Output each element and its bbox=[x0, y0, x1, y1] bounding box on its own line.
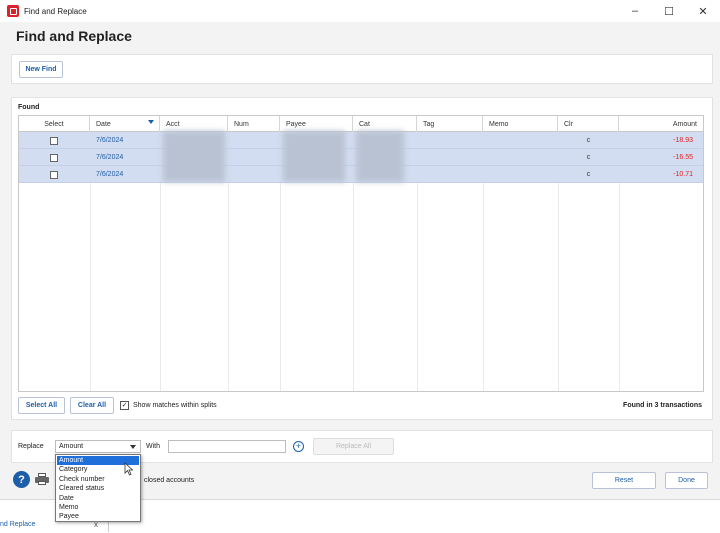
clear-all-button[interactable]: Clear All bbox=[70, 397, 114, 414]
new-find-panel: New Find bbox=[11, 54, 713, 84]
show-splits-label: Show matches within splits bbox=[133, 402, 217, 409]
redacted-cat-block bbox=[356, 131, 404, 182]
window-title: Find and Replace bbox=[24, 6, 87, 16]
row-clr: c bbox=[586, 154, 591, 161]
replace-all-button[interactable]: Replace All bbox=[313, 438, 394, 455]
select-all-button[interactable]: Select All bbox=[18, 397, 65, 414]
find-replace-window: Find and Replace – ☐ ✕ Find and Replace … bbox=[0, 0, 720, 500]
row-clr: c bbox=[586, 137, 591, 144]
replace-field-select[interactable]: Amount bbox=[55, 440, 141, 453]
replace-field-value: Amount bbox=[59, 443, 84, 450]
help-icon[interactable]: ? bbox=[13, 471, 30, 488]
done-button[interactable]: Done bbox=[665, 472, 708, 489]
row-select-checkbox[interactable] bbox=[50, 132, 58, 149]
redacted-acct-block bbox=[163, 131, 225, 182]
print-icon[interactable] bbox=[35, 473, 49, 485]
checkbox-box bbox=[50, 170, 58, 179]
app-logo-icon bbox=[7, 5, 19, 17]
close-button[interactable]: ✕ bbox=[686, 0, 720, 22]
col-header-cat[interactable]: Cat bbox=[353, 116, 417, 132]
dropdown-option-check-number[interactable]: Check number bbox=[57, 475, 139, 484]
taskbar-tab[interactable]: nd Replace bbox=[0, 517, 35, 531]
col-header-memo[interactable]: Memo bbox=[483, 116, 558, 132]
col-header-select[interactable]: Select bbox=[19, 116, 90, 132]
col-header-tag[interactable]: Tag bbox=[417, 116, 483, 132]
row-amount: -16.55 bbox=[673, 154, 693, 161]
row-select-checkbox[interactable] bbox=[50, 166, 58, 183]
col-header-payee[interactable]: Payee bbox=[280, 116, 353, 132]
reset-button[interactable]: Reset bbox=[592, 472, 656, 489]
dropdown-option-memo[interactable]: Memo bbox=[57, 503, 139, 512]
maximize-button[interactable]: ☐ bbox=[652, 0, 686, 22]
show-splits-checkbox[interactable]: ✓ bbox=[120, 401, 129, 410]
with-label: With bbox=[146, 443, 160, 450]
title-bar: Find and Replace – ☐ ✕ bbox=[0, 0, 720, 22]
row-clr: c bbox=[586, 171, 591, 178]
checkbox-box bbox=[50, 136, 58, 145]
grid-header: Select Date Acct Num Payee Cat Tag Memo … bbox=[19, 116, 703, 132]
window-controls: – ☐ ✕ bbox=[618, 0, 720, 22]
col-header-date[interactable]: Date bbox=[90, 116, 160, 132]
col-header-acct[interactable]: Acct bbox=[160, 116, 228, 132]
row-amount: -10.71 bbox=[673, 171, 693, 178]
with-input[interactable] bbox=[168, 440, 286, 453]
sort-desc-icon bbox=[148, 120, 154, 124]
new-find-button[interactable]: New Find bbox=[19, 61, 63, 78]
row-date: 7/6/2024 bbox=[96, 154, 124, 161]
row-amount: -18.93 bbox=[673, 137, 693, 144]
col-header-num[interactable]: Num bbox=[228, 116, 280, 132]
found-count-text: Found in 3 transactions bbox=[623, 402, 702, 409]
col-header-clr[interactable]: Clr bbox=[558, 116, 619, 132]
col-header-date-label: Date bbox=[96, 120, 111, 128]
closed-accounts-label: closed accounts bbox=[144, 477, 195, 484]
dropdown-option-cleared-status[interactable]: Cleared status bbox=[57, 484, 139, 493]
dropdown-option-payee[interactable]: Payee bbox=[57, 512, 139, 521]
row-select-checkbox[interactable] bbox=[50, 149, 58, 166]
mouse-cursor-icon bbox=[124, 462, 134, 476]
dropdown-option-date[interactable]: Date bbox=[57, 494, 139, 503]
page-title: Find and Replace bbox=[16, 28, 132, 44]
add-circle-icon[interactable]: + bbox=[293, 441, 304, 452]
row-date: 7/6/2024 bbox=[96, 171, 124, 178]
chevron-down-icon bbox=[130, 445, 136, 449]
minimize-button[interactable]: – bbox=[618, 0, 652, 22]
found-label: Found bbox=[18, 104, 40, 111]
replace-label: Replace bbox=[18, 443, 44, 450]
checkbox-box bbox=[50, 153, 58, 162]
row-date: 7/6/2024 bbox=[96, 137, 124, 144]
col-header-amount[interactable]: Amount bbox=[619, 116, 703, 132]
redacted-payee-block bbox=[283, 131, 345, 182]
